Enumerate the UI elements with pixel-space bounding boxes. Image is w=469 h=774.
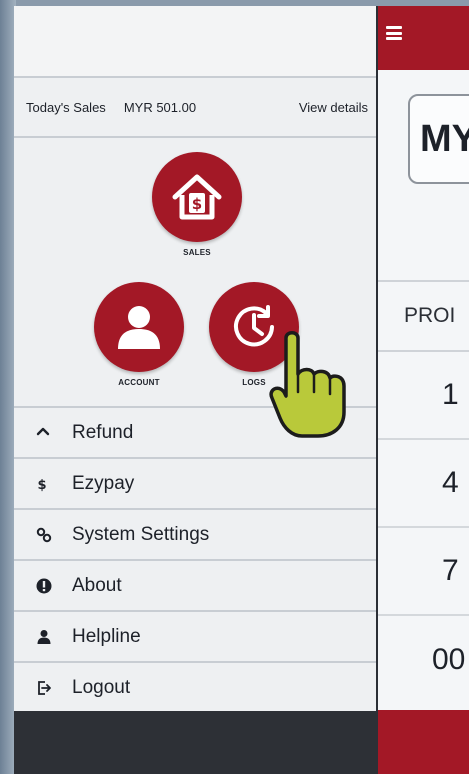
todays-sales-amount: MYR 501.00: [123, 99, 197, 115]
gears-icon: [36, 527, 72, 543]
pointing-hand-icon: [266, 328, 358, 440]
drawer-menu: Refund $ Ezypay System Settings About He…: [14, 406, 376, 714]
menu-item-system-settings[interactable]: System Settings: [14, 510, 376, 561]
list-item[interactable]: 00: [378, 616, 469, 704]
svg-text:$: $: [37, 478, 46, 492]
drawer-header: [14, 6, 376, 78]
account-label: ACCOUNT: [118, 378, 160, 387]
drawer-bottom-bar: [14, 711, 378, 774]
menu-item-label: Logout: [72, 676, 131, 698]
menu-item-label: Helpline: [72, 625, 141, 647]
logs-label: LOGS: [242, 378, 266, 387]
logout-icon: [36, 680, 72, 696]
list-item[interactable]: 1: [378, 352, 469, 440]
svg-text:$: $: [192, 195, 202, 213]
sales-button[interactable]: $ SALES: [147, 152, 247, 257]
menu-item-ezypay[interactable]: $ Ezypay: [14, 459, 376, 510]
menu-item-about[interactable]: About: [14, 561, 376, 612]
list-item[interactable]: 7: [378, 528, 469, 616]
menu-item-label: Ezypay: [72, 472, 135, 494]
app-header: [378, 6, 469, 70]
dollar-icon: $: [36, 476, 72, 492]
info-icon: [36, 578, 72, 594]
currency-display: MY: [408, 94, 469, 184]
view-details-link[interactable]: View details: [299, 100, 368, 115]
user-icon: [36, 629, 72, 645]
house-dollar-icon: $: [152, 152, 242, 242]
menu-item-label: Refund: [72, 421, 134, 443]
menu-item-logout[interactable]: Logout: [14, 663, 376, 714]
todays-sales-label: Today's Sales: [26, 99, 106, 115]
menu-item-label: System Settings: [72, 523, 210, 545]
todays-sales-summary: Today's Sales MYR 501.00 View details: [14, 78, 376, 138]
main-panel: MY PROI 1 4 7 00: [378, 6, 469, 774]
account-button[interactable]: ACCOUNT: [89, 282, 189, 387]
user-icon: [94, 282, 184, 372]
list-item[interactable]: 4: [378, 440, 469, 528]
menu-item-label: About: [72, 574, 122, 596]
menu-icon[interactable]: [386, 26, 402, 40]
menu-item-helpline[interactable]: Helpline: [14, 612, 376, 663]
column-header: PROI: [378, 280, 469, 352]
sales-label: SALES: [183, 248, 211, 257]
undo-arrow-icon: [36, 427, 72, 439]
main-bottom-bar: [378, 710, 469, 774]
